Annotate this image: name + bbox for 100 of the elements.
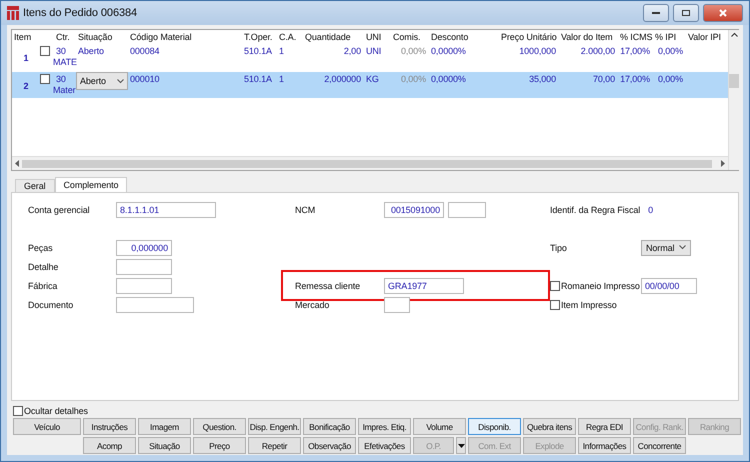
column-header[interactable]: Item	[12, 32, 40, 42]
input-field[interactable]	[384, 296, 410, 312]
table-cell-text: 30	[55, 74, 67, 84]
field-label: Mercado	[295, 300, 330, 310]
checkbox-label: Item Impresso	[561, 300, 617, 310]
column-header[interactable]: Valor do Item	[559, 32, 618, 42]
input-field[interactable]	[116, 296, 194, 312]
chevron-down-icon	[679, 245, 686, 250]
checkbox[interactable]	[40, 46, 50, 56]
dropdown-arrow-button[interactable]	[456, 437, 466, 454]
field-value: 0	[648, 205, 654, 215]
action-button[interactable]: Instruções	[83, 418, 136, 435]
action-button[interactable]: Disponib.	[468, 418, 521, 435]
input-field[interactable]	[116, 278, 172, 294]
table-cell-text: KG	[365, 74, 380, 84]
input-field[interactable]: 0015091000	[384, 202, 444, 218]
tab[interactable]: Geral	[15, 179, 55, 192]
column-header[interactable]: Ctr.	[54, 32, 76, 42]
action-button[interactable]: Concorrente	[633, 437, 686, 454]
action-button[interactable]: Bonificação	[303, 418, 356, 435]
table-cell-text: 0,0000%	[430, 46, 467, 56]
type-dropdown[interactable]: Normal	[641, 240, 691, 256]
column-header[interactable]: Preço Unitário	[499, 32, 559, 42]
column-header[interactable]: Quantidade	[303, 32, 364, 42]
table-cell-text: 0,00%	[656, 46, 684, 56]
table-cell-text: 000084	[129, 46, 160, 56]
column-header[interactable]: % ICMS	[618, 32, 653, 42]
action-button[interactable]: Observação	[303, 437, 356, 454]
field-label: Fábrica	[28, 280, 58, 290]
input-field[interactable]: GRA1977	[384, 278, 464, 294]
checkbox-label: Romaneio Impresso	[561, 280, 640, 290]
maximize-icon	[682, 10, 690, 16]
column-header[interactable]: Situação	[76, 32, 128, 42]
column-header[interactable]: Valor IPI	[686, 32, 728, 42]
table-cell-text: 35,000	[528, 74, 557, 84]
column-header[interactable]: Comis.	[391, 32, 429, 42]
column-header[interactable]: UNI	[364, 32, 391, 42]
vertical-scrollbar[interactable]	[728, 30, 739, 170]
field-label: NCM	[295, 205, 316, 215]
column-header[interactable]: % IPI	[653, 32, 686, 42]
action-button[interactable]: Impres. Etiq.	[358, 418, 411, 435]
action-button[interactable]: Repetir	[248, 437, 301, 454]
caret-icon	[458, 444, 464, 448]
checkbox[interactable]	[13, 406, 23, 416]
column-header[interactable]: Código Material	[128, 32, 242, 42]
minimize-button[interactable]	[643, 4, 669, 22]
tab[interactable]: Complemento	[54, 177, 128, 192]
table-cell-text: 2,000000	[323, 74, 362, 84]
input-field[interactable]	[116, 258, 172, 274]
field-label: Documento	[28, 300, 74, 310]
action-button[interactable]: Regra EDI	[578, 418, 631, 435]
action-button[interactable]: Quebra itens	[523, 418, 576, 435]
table-cell-text: 510.1A	[243, 74, 273, 84]
action-button[interactable]: Efetivações	[358, 437, 411, 454]
checkbox[interactable]	[550, 280, 560, 290]
action-button[interactable]: Volume	[413, 418, 466, 435]
table-cell-text: 0,00%	[656, 74, 684, 84]
field-label: Detalhe	[28, 262, 60, 272]
table-cell-text: 1	[22, 53, 30, 63]
table-row[interactable]: 2 30 Mater Aberto 000010 510.1A 1 2,000000 KG 0,00% 0,0000% 35,000 70,00 17,00% 0,00%	[12, 72, 728, 98]
status-dropdown[interactable]: Aberto	[76, 72, 128, 90]
action-button[interactable]: Question.	[193, 418, 246, 435]
action-button[interactable]: Veículo	[13, 418, 81, 435]
action-button[interactable]: Preço	[193, 437, 246, 454]
input-field[interactable]: 00/00/00	[641, 278, 697, 294]
column-header[interactable]: C.A.	[277, 32, 303, 42]
input-field[interactable]: 0,000000	[116, 240, 172, 256]
table-cell-text: 0,0000%	[430, 74, 467, 84]
action-button[interactable]: Disp. Engenh.	[248, 418, 301, 435]
table-cell: MATE	[53, 57, 77, 67]
field-label: Identif. da Regra Fiscal	[550, 205, 640, 215]
action-button[interactable]: Situação	[138, 437, 191, 454]
action-button[interactable]: Acomp	[83, 437, 136, 454]
table-cell-text: 000010	[129, 74, 160, 84]
scroll-left-icon[interactable]	[14, 160, 20, 167]
scrollbar-thumb[interactable]	[729, 74, 739, 88]
close-button[interactable]	[703, 4, 743, 22]
table-cell-text: Aberto	[77, 46, 105, 56]
checkbox[interactable]	[550, 300, 560, 310]
action-button[interactable]: Informações	[578, 437, 631, 454]
table-cell-text: 2	[22, 81, 30, 91]
column-header[interactable]: T.Oper.	[242, 32, 277, 42]
action-button[interactable]: Imagem	[138, 418, 191, 435]
checkbox-label: Ocultar detalhes	[24, 406, 88, 416]
checkbox[interactable]	[40, 74, 50, 84]
input-field[interactable]: 8.1.1.1.01	[116, 202, 216, 218]
horizontal-scrollbar[interactable]	[12, 156, 728, 170]
table-cell-text: 17,00%	[619, 74, 651, 84]
input-field[interactable]	[448, 202, 486, 218]
table-cell-text: 2.000,00	[580, 46, 616, 56]
table-cell-text: 0,00%	[400, 46, 427, 56]
column-header[interactable]: Desconto	[429, 32, 499, 42]
maximize-button[interactable]	[673, 4, 699, 22]
chevron-down-icon	[117, 78, 124, 84]
field-label: Peças	[28, 242, 54, 252]
scroll-right-icon[interactable]	[720, 160, 726, 167]
table-cell: Mater	[53, 85, 76, 95]
table-cell-text: 510.1A	[243, 46, 273, 56]
app-logo-icon	[7, 6, 19, 20]
field-label: Conta gerencial	[28, 205, 91, 215]
